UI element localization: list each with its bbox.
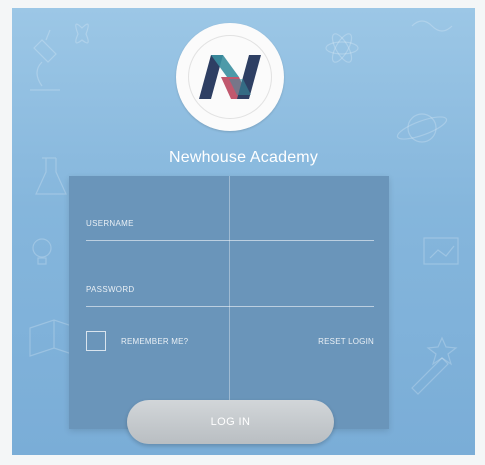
login-screen: Newhouse Academy USERNAME PASSWORD REMEM… [12,8,475,455]
reset-login-link[interactable]: RESET LOGIN [318,337,374,346]
academy-logo [176,23,284,131]
login-form: USERNAME PASSWORD REMEMBER ME? RESET LOG… [69,176,389,429]
remember-me-label[interactable]: REMEMBER ME? [121,337,188,346]
remember-me-checkbox[interactable] [86,331,106,351]
login-button[interactable]: LOG IN [127,400,334,444]
username-input[interactable] [86,218,374,241]
password-input[interactable] [86,284,374,307]
academy-name: Newhouse Academy [168,149,319,166]
